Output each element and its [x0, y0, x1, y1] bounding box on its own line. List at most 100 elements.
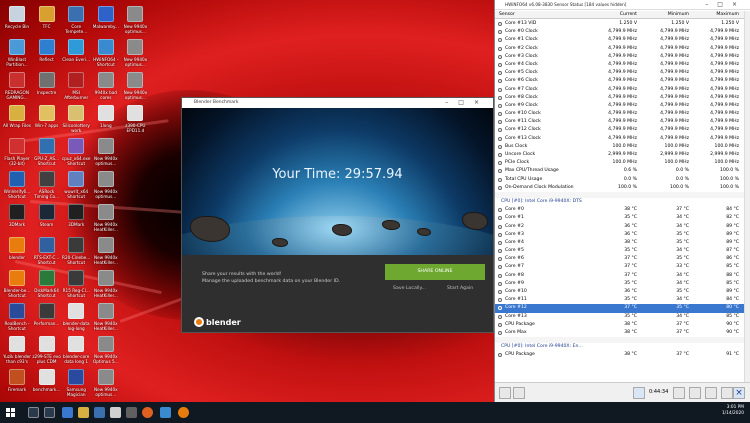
sensor-row[interactable]: Core #9 35 °C 34 °C 85 °C — [495, 280, 750, 288]
desktop-icon-label: z299-STE evo plus CDM — [32, 354, 61, 364]
sensor-row[interactable]: Core #6 Clock 4,799.9 MHz 4,799.9 MHz 4,799… — [495, 77, 750, 85]
sensor-current: 38 °C — [624, 239, 637, 245]
maximize-icon[interactable]: □ — [458, 99, 474, 106]
close-icon[interactable]: × — [732, 1, 746, 8]
header-sensor[interactable]: Sensor — [499, 11, 515, 19]
sensor-row[interactable]: Total CPU Usage 0.0 % 0.0 % 100.0 % — [495, 176, 750, 184]
desktop-icon-label: Siliconlottery work — [62, 123, 90, 133]
system-clock[interactable]: 3:01 PM 1/14/2020 — [722, 405, 744, 417]
sensor-row[interactable]: Core #11 Clock 4,799.9 MHz 4,799.9 MHz 4,79… — [495, 118, 750, 126]
app-icon[interactable] — [126, 407, 137, 418]
sensor-maximum: 87 °C — [726, 248, 739, 254]
sensor-minimum: 4,799.9 MHz — [660, 37, 689, 43]
sensor-maximum: 85 °C — [726, 264, 739, 270]
edge-icon[interactable] — [62, 407, 73, 418]
sensor-current: 36 °C — [624, 231, 637, 237]
task-view-icon[interactable] — [44, 407, 55, 418]
sensor-row[interactable]: Core #13 35 °C 34 °C 85 °C — [495, 313, 750, 321]
hwinfo-taskbar-icon[interactable] — [160, 407, 171, 418]
sensor-row[interactable]: Core #3 Clock 4,799.9 MHz 4,799.9 MHz 4,799… — [495, 53, 750, 61]
store-icon[interactable] — [94, 407, 105, 418]
sensor-name: Core #6 Clock — [505, 78, 538, 84]
desktop-icon[interactable] — [120, 336, 150, 374]
sensor-row[interactable]: Core #4 38 °C 35 °C 89 °C — [495, 239, 750, 247]
sensor-row[interactable]: Core #3 36 °C 35 °C 89 °C — [495, 231, 750, 239]
sensor-minimum: 4,799.9 MHz — [660, 78, 689, 84]
sensor-row[interactable]: Core #9 Clock 4,799.9 MHz 4,799.9 MHz 4,799… — [495, 102, 750, 110]
sensor-row[interactable]: Max CPU/Thread Usage 0.6 % 0.0 % 100.0 % — [495, 167, 750, 175]
share-online-button[interactable]: SHARE ONLINE — [385, 264, 485, 280]
sensor-maximum: 4,799.9 MHz — [710, 135, 739, 141]
sensor-icon — [498, 232, 502, 237]
minimize-icon[interactable]: – — [705, 1, 717, 8]
sensor-row[interactable]: Core #2 36 °C 34 °C 89 °C — [495, 223, 750, 231]
sensor-row[interactable]: Core #12 Clock 4,799.9 MHz 4,799.9 MHz 4,79… — [495, 126, 750, 134]
file-explorer-icon[interactable] — [78, 407, 89, 418]
sensor-name: Core Max — [505, 329, 527, 335]
sensor-row[interactable]: Core #1 Clock 4,799.9 MHz 4,799.9 MHz 4,799… — [495, 36, 750, 44]
sensor-row[interactable]: PCIe Clock 100.0 MHz 100.0 MHz 100.0 MHz — [495, 159, 750, 167]
sensor-row[interactable]: CPU Package 38 °C 37 °C 91 °C — [495, 351, 750, 359]
hwinfo-titlebar[interactable]: HWiNFO64 v6.08-3830 Sensor Status [184 v… — [495, 0, 750, 10]
sensor-row[interactable]: CPU Package 38 °C 37 °C 90 °C — [495, 321, 750, 329]
sensor-row[interactable]: Core #0 Clock 4,799.9 MHz 4,799.9 MHz 4,799… — [495, 28, 750, 36]
sensor-row[interactable]: Core #5 35 °C 34 °C 87 °C — [495, 247, 750, 255]
sensor-row[interactable]: Bus Clock 100.0 MHz 100.0 MHz 100.0 MHz — [495, 143, 750, 151]
sensor-row[interactable]: Core #4 Clock 4,799.9 MHz 4,799.9 MHz 4,799… — [495, 61, 750, 69]
sensor-row[interactable]: Core #12 37 °C 35 °C 80 °C — [495, 304, 750, 313]
sensor-row[interactable]: Core #11 35 °C 34 °C 84 °C — [495, 296, 750, 304]
search-icon[interactable] — [28, 407, 39, 418]
timer-icon[interactable] — [673, 387, 685, 399]
blender-taskbar-icon[interactable] — [178, 407, 189, 418]
sensor-row[interactable]: Core #2 Clock 4,799.9 MHz 4,799.9 MHz 4,799… — [495, 45, 750, 53]
sensor-minimum: 33 °C — [676, 264, 689, 270]
sensor-row[interactable]: Core #7 Clock 4,799.9 MHz 4,799.9 MHz 4,799… — [495, 86, 750, 94]
sensor-row[interactable]: Core #13 Clock 4,799.9 MHz 4,799.9 MHz 4,79… — [495, 135, 750, 143]
nav-left-icon[interactable] — [499, 387, 511, 399]
sensor-row[interactable]: Core #6 37 °C 35 °C 86 °C — [495, 255, 750, 263]
blender-window-titlebar[interactable]: Blender Benchmark –□× — [182, 98, 493, 108]
sensor-group-header[interactable]: CPU [#0]: Intel Core i9-9940X: DTS — [495, 197, 750, 207]
start-button-icon[interactable] — [6, 408, 15, 417]
sensor-row[interactable]: Uncore Clock 2,999.9 MHz 2,999.9 MHz 2,999.… — [495, 151, 750, 159]
sensor-row[interactable]: Core #10 Clock 4,799.9 MHz 4,799.9 MHz 4,79… — [495, 110, 750, 118]
network-icon[interactable] — [633, 387, 645, 399]
save-locally-link[interactable]: Save Locally... — [393, 286, 426, 291]
close-icon[interactable]: × — [474, 99, 489, 106]
sensor-row[interactable]: Core #0 38 °C 37 °C 84 °C — [495, 206, 750, 214]
desktop-app-icon — [9, 72, 25, 88]
sensor-name: Core #3 Clock — [505, 53, 538, 59]
header-minimum[interactable]: Minimum — [668, 11, 689, 19]
sensor-maximum: 82 °C — [726, 215, 739, 221]
sensor-row[interactable]: Core #13 VID 1.250 V 1.250 V 1.250 V — [495, 20, 750, 28]
close-sensors-icon[interactable]: × — [733, 387, 745, 399]
header-current[interactable]: Current — [620, 11, 637, 19]
sensor-row[interactable]: Core #5 Clock 4,799.9 MHz 4,799.9 MHz 4,799… — [495, 69, 750, 77]
app-icon[interactable] — [110, 407, 121, 418]
report-icon[interactable] — [689, 387, 701, 399]
firefox-icon[interactable] — [142, 407, 153, 418]
desktop-icon-label: 1long — [99, 123, 112, 128]
start-again-link[interactable]: Start Again — [447, 286, 473, 291]
nav-right-icon[interactable] — [513, 387, 525, 399]
vertical-scrollbar[interactable] — [744, 11, 750, 382]
header-maximum[interactable]: Maximum — [716, 11, 739, 19]
sensor-row[interactable]: Core #7 37 °C 33 °C 85 °C — [495, 263, 750, 271]
maximize-icon[interactable]: □ — [717, 1, 732, 8]
sensor-current: 37 °C — [624, 272, 637, 278]
reset-icon[interactable] — [721, 387, 733, 399]
desktop-icon-label: R15 Reg-Cl... Shortcut — [62, 288, 90, 298]
sensor-row[interactable]: On-Demand Clock Modulation 100.0 % 100.0 %… — [495, 184, 750, 192]
sensor-current: 4,799.9 MHz — [608, 86, 637, 92]
minimize-icon[interactable]: – — [445, 99, 458, 106]
settings-icon[interactable] — [705, 387, 717, 399]
sensor-maximum: 100.0 % — [720, 168, 739, 174]
sensor-row[interactable]: Core #8 37 °C 34 °C 88 °C — [495, 272, 750, 280]
desktop-icon-label: New 9940x optimus... — [93, 189, 118, 199]
sensor-row[interactable]: Core #8 Clock 4,799.9 MHz 4,799.9 MHz 4,799… — [495, 94, 750, 102]
sensor-group-header[interactable]: CPU [#0]: Intel Core i9-9940X: En... — [495, 343, 750, 352]
sensor-row[interactable]: Core #1 35 °C 34 °C 82 °C — [495, 214, 750, 222]
sensor-row[interactable]: Core #10 36 °C 35 °C 89 °C — [495, 288, 750, 296]
sensor-row[interactable]: Core Max 38 °C 37 °C 90 °C — [495, 329, 750, 337]
sensor-icon — [498, 161, 502, 166]
